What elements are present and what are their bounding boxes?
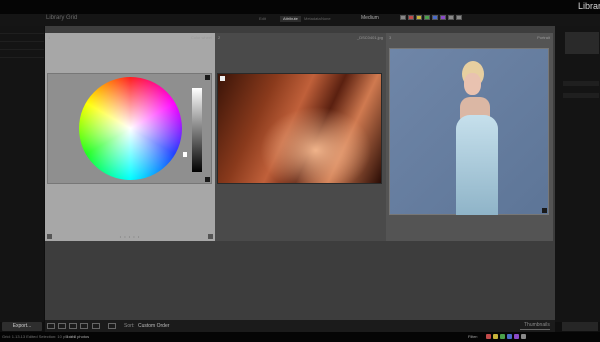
photo-count[interactable]: 3 of 8 photos (66, 334, 89, 339)
color-label-filter-chip[interactable] (456, 15, 462, 20)
badge-icon[interactable] (205, 75, 210, 80)
flag-filter-chip[interactable] (493, 334, 498, 339)
sync-button[interactable] (562, 322, 598, 331)
left-panel-section[interactable] (0, 42, 44, 50)
edit-badge-icon[interactable] (542, 208, 547, 213)
color-label-filter-chip[interactable] (408, 15, 414, 20)
export-button[interactable]: Export... (2, 322, 42, 331)
rating-stars[interactable]: • • • • • (120, 234, 140, 239)
color-label-filter-chip[interactable] (432, 15, 438, 20)
canyon-photo-thumbnail[interactable] (217, 73, 382, 184)
people-view-button[interactable] (92, 323, 100, 329)
compare-view-button[interactable] (69, 323, 77, 329)
portrait-photo-thumbnail[interactable] (389, 48, 549, 215)
dress-shape (456, 115, 498, 215)
grid-view-button[interactable] (47, 323, 55, 329)
filter-label: Medium (361, 15, 379, 21)
status-source: Grid: 1.13.13 Edited Selection: 10 photo… (2, 334, 75, 339)
left-panel-section[interactable] (0, 26, 44, 34)
cell-index: 1 (48, 35, 51, 40)
grid-title: Library Grid (46, 15, 78, 21)
color-label-filter-chip[interactable] (416, 15, 422, 20)
title-bar (0, 0, 600, 14)
flag-filter-chip[interactable] (521, 334, 526, 339)
color-label-filter-chip[interactable] (440, 15, 446, 20)
photo-thumbnail[interactable] (47, 73, 212, 184)
grid-cell[interactable]: 3 Portrait (386, 33, 553, 241)
toolbar (45, 320, 555, 332)
cell-header: 2 _DSC0401.jpg (215, 33, 386, 43)
mouse-cursor-icon (183, 152, 187, 157)
face-shape (464, 73, 481, 95)
right-panel (555, 26, 600, 322)
tab-none[interactable]: None (318, 16, 334, 22)
color-label-filter-chip[interactable] (400, 15, 406, 20)
left-panel-section[interactable] (0, 34, 44, 42)
rotate-right-icon[interactable] (208, 234, 213, 239)
cell-filename: Portrait (537, 35, 550, 40)
thumbnails-label: Thumbnails (524, 322, 550, 328)
cell-filename: _DSC0401.jpg (356, 35, 383, 40)
thumbnail-size-slider[interactable] (520, 329, 550, 330)
loupe-view-button[interactable] (58, 323, 66, 329)
painter-icon[interactable] (108, 323, 116, 329)
rotate-left-icon[interactable] (47, 234, 52, 239)
edit-badge-icon[interactable] (205, 177, 210, 182)
cell-index: 3 (389, 35, 392, 40)
histogram-panel (565, 32, 599, 54)
quick-develop-button[interactable] (563, 81, 599, 86)
color-label-filter-chip[interactable] (448, 15, 454, 20)
cell-header: 3 Portrait (386, 33, 553, 43)
sort-dropdown[interactable]: Custom Order (138, 323, 169, 329)
grid-cell[interactable]: 1 Color wheel • • • • • (45, 33, 215, 241)
flag-filter-chip[interactable] (500, 334, 505, 339)
left-panel-section[interactable] (0, 50, 44, 58)
survey-view-button[interactable] (80, 323, 88, 329)
color-label-filter-chip[interactable] (424, 15, 430, 20)
color-wheel-image (79, 77, 182, 180)
tab-edit[interactable]: Edit (256, 16, 269, 22)
cell-filename: Color wheel (190, 35, 212, 40)
flag-filter-chip[interactable] (514, 334, 519, 339)
cell-index: 2 (218, 35, 221, 40)
left-panel (0, 26, 44, 322)
badge-icon[interactable] (220, 76, 225, 81)
flag-filter-chip[interactable] (486, 334, 491, 339)
tab-attribute[interactable]: Attribute (280, 16, 301, 22)
sort-label: Sort: (124, 323, 135, 329)
grid-view: 1 Color wheel • • • • • 2 _DSC0401.jpg 3… (45, 26, 555, 320)
sync-settings-button[interactable] (563, 93, 599, 98)
cell-header: 1 Color wheel (45, 33, 215, 43)
grid-cell[interactable]: 2 _DSC0401.jpg (215, 33, 386, 241)
filter-label: Filter: (468, 334, 478, 339)
flag-filter-chip[interactable] (507, 334, 512, 339)
app-title: Library (578, 1, 600, 11)
brightness-ramp-image (192, 88, 202, 172)
